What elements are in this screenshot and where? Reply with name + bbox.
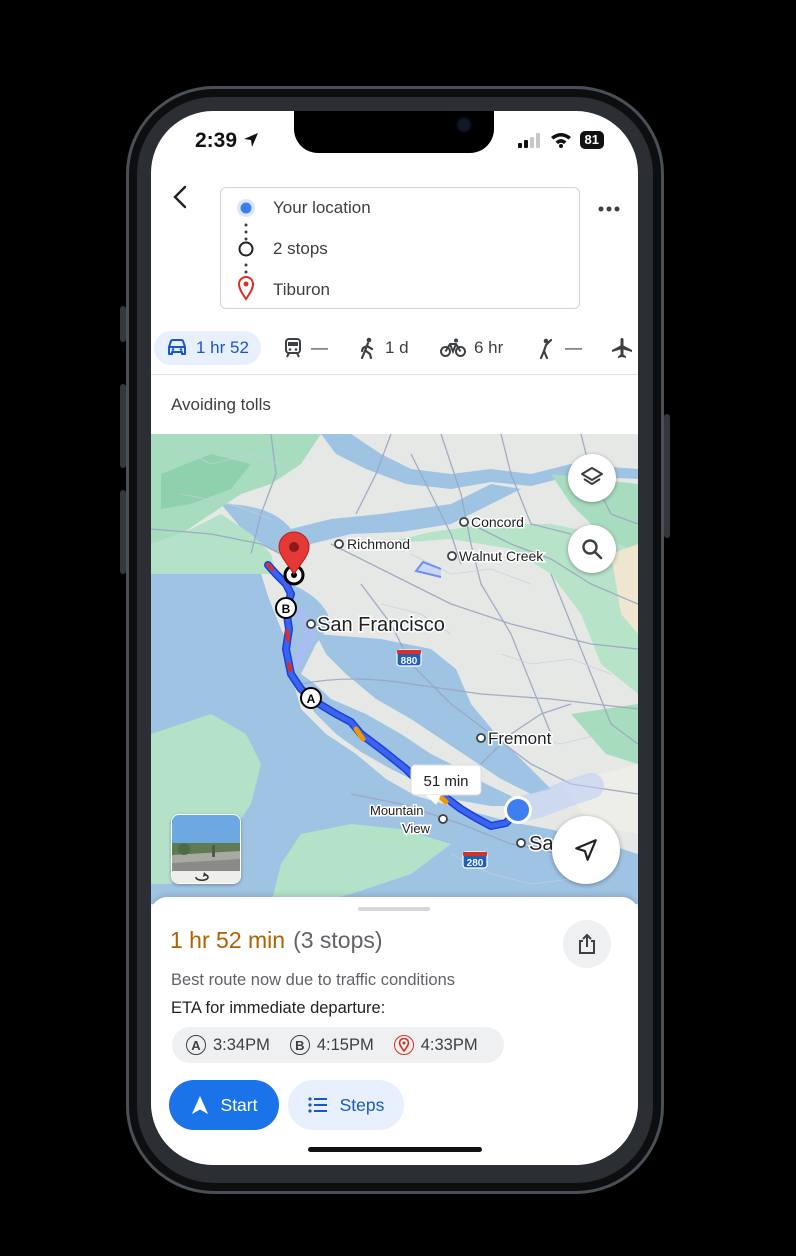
street-view-thumbnail[interactable] <box>171 814 241 884</box>
mute-switch <box>120 306 126 342</box>
steps-label: Steps <box>339 1094 385 1115</box>
volume-up-button <box>120 384 126 468</box>
share-button[interactable] <box>563 920 611 968</box>
highway-280-shield: 280 <box>462 851 488 869</box>
eta-item-b: B 4:15PM <box>289 1035 374 1055</box>
location-arrow-icon <box>243 133 258 147</box>
tab-rideshare-label: — <box>565 338 582 357</box>
eta-time: 4:33PM <box>420 1035 478 1054</box>
svg-text:Sa: Sa <box>529 833 554 855</box>
svg-text:B: B <box>282 602 291 616</box>
svg-text:A: A <box>307 692 316 706</box>
route-summary[interactable]: Your location 2 stops Tiburon <box>220 187 580 309</box>
volume-down-button <box>120 490 126 574</box>
plane-icon <box>612 338 632 358</box>
tab-drive[interactable]: 1 hr 52 <box>154 331 261 365</box>
waypoint-a-marker: A <box>300 687 322 709</box>
waypoint-a-badge: A <box>186 1035 206 1055</box>
bike-icon <box>440 338 466 357</box>
recenter-button[interactable] <box>552 816 620 884</box>
svg-text:Concord: Concord <box>471 514 524 530</box>
svg-text:Fremont: Fremont <box>488 729 552 748</box>
destination-field[interactable]: Tiburon <box>273 280 330 300</box>
start-navigation-button[interactable]: Start <box>169 1080 279 1130</box>
power-button <box>664 414 670 538</box>
more-horizontal-icon <box>598 206 620 212</box>
waypoint-b-badge: B <box>289 1035 310 1055</box>
battery-indicator: 81 <box>579 131 604 149</box>
street-view-image <box>172 815 240 883</box>
list-icon <box>308 1097 327 1113</box>
camera <box>458 119 470 131</box>
navigation-arrow-icon <box>575 839 597 861</box>
walk-icon <box>360 337 374 359</box>
duration-value: 1 hr 52 min <box>170 927 286 953</box>
tab-rideshare[interactable]: — <box>537 331 582 365</box>
trip-duration: 1 hr 52 min (3 stops) <box>170 927 383 954</box>
cellular-signal-icon <box>517 133 540 148</box>
route-details-sheet: 1 hr 52 min (3 stops) Best route now due … <box>151 897 638 1165</box>
tab-bike-label: 6 hr <box>474 338 504 357</box>
sheet-drag-handle[interactable] <box>358 907 430 911</box>
start-label: Start <box>220 1094 258 1115</box>
travel-mode-bar: 1 hr 52 — 1 d 6 hr — <box>151 327 638 369</box>
eta-list: A 3:34PM B 4:15PM 4:33PM <box>172 1027 504 1063</box>
more-options-button[interactable] <box>598 193 620 219</box>
back-arrow-icon <box>173 185 187 209</box>
tab-drive-label: 1 hr 52 <box>196 338 249 357</box>
eta-item-a: A 3:34PM <box>186 1035 270 1055</box>
svg-text:880: 880 <box>401 656 418 667</box>
status-time: 2:39 <box>195 129 259 153</box>
car-icon <box>168 339 186 355</box>
eta-time: 3:34PM <box>213 1035 270 1054</box>
waypoint-b-marker: B <box>275 597 297 619</box>
eta-heading: ETA for immediate departure: <box>171 999 386 1017</box>
layers-icon <box>581 467 603 485</box>
tab-bike[interactable]: 6 hr <box>440 331 503 365</box>
tab-transit-label: — <box>311 338 328 357</box>
search-icon <box>582 539 603 560</box>
svg-text:280: 280 <box>467 858 484 869</box>
route-options-text[interactable]: Avoiding tolls <box>171 395 271 415</box>
route-connector-icons <box>237 199 255 301</box>
stops-count: (3 stops) <box>293 927 383 953</box>
tab-walk[interactable]: 1 d <box>359 331 409 365</box>
location-pin-icon <box>398 1038 410 1052</box>
destination-pin-badge <box>393 1035 414 1055</box>
steps-button[interactable]: Steps <box>288 1080 404 1130</box>
hail-icon <box>539 338 553 359</box>
route-reason: Best route now due to traffic conditions <box>171 971 456 989</box>
stops-field[interactable]: 2 stops <box>273 239 328 259</box>
highway-880-shield: 880 <box>396 649 422 667</box>
share-icon <box>579 933 595 954</box>
home-indicator[interactable] <box>308 1147 482 1152</box>
navigation-icon <box>191 1096 208 1114</box>
layers-button[interactable] <box>568 454 616 502</box>
notch <box>294 111 494 153</box>
svg-text:Richmond: Richmond <box>347 536 410 552</box>
svg-text:View: View <box>402 821 431 836</box>
svg-text:Mountain: Mountain <box>370 803 423 818</box>
eta-item-destination: 4:33PM <box>393 1035 478 1055</box>
svg-text:San Francisco: San Francisco <box>317 614 445 636</box>
search-along-route-button[interactable] <box>568 525 616 573</box>
back-button[interactable] <box>169 185 193 209</box>
eta-time: 4:15PM <box>316 1035 374 1054</box>
wifi-icon <box>550 133 571 148</box>
svg-text:51 min: 51 min <box>423 773 468 790</box>
tab-walk-label: 1 d <box>385 338 409 357</box>
train-icon <box>285 338 301 358</box>
origin-field[interactable]: Your location <box>273 198 371 218</box>
tab-transit[interactable]: — <box>283 331 328 365</box>
tab-flight[interactable] <box>611 331 633 365</box>
svg-text:Walnut Creek: Walnut Creek <box>459 548 544 564</box>
screen: 2:39 81 Your location 2 stops Tiburon 1 … <box>151 111 638 1165</box>
divider <box>151 374 638 375</box>
status-icons: 81 <box>517 131 604 149</box>
